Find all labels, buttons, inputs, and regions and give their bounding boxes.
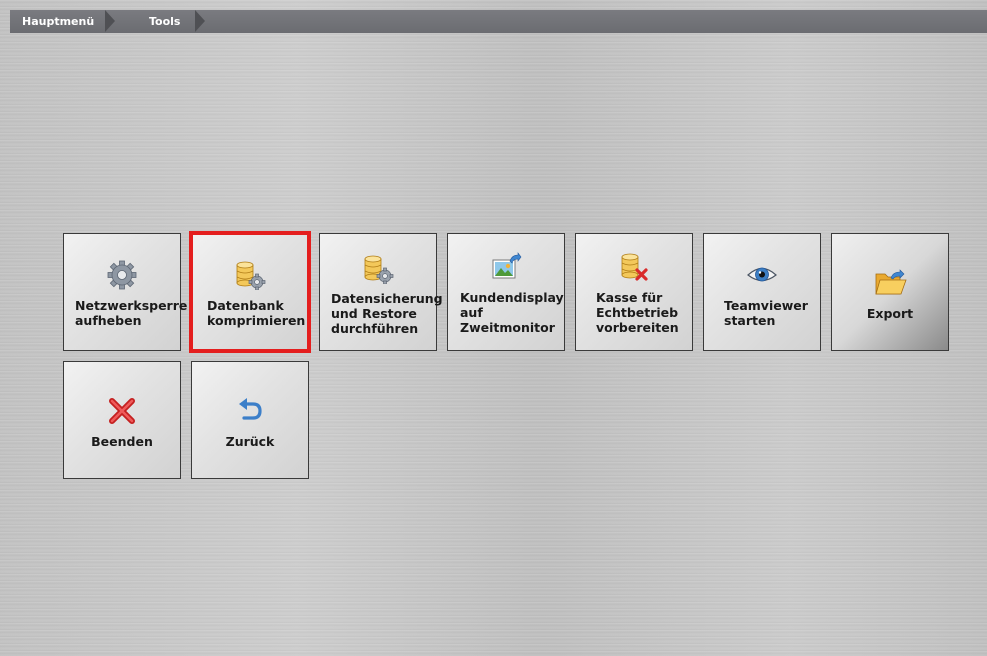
tile-label: Netzwerksperre aufheben: [75, 298, 188, 328]
back-arrow-icon: [192, 396, 308, 426]
zurueck-button[interactable]: Zurück: [191, 361, 309, 479]
folder-arrow-icon: [832, 268, 948, 298]
kasse-echtbetrieb-button[interactable]: Kasse für Echtbetrieb vorbereiten: [575, 233, 693, 351]
datenbank-komprimieren-button[interactable]: Datenbank komprimieren: [189, 231, 311, 353]
database-gear-icon: [192, 260, 308, 290]
tile-label: Teamviewer starten: [724, 298, 808, 328]
datensicherung-restore-button[interactable]: Datensicherung und Restore durchführen: [319, 233, 443, 351]
breadcrumb-separator: [195, 10, 205, 32]
tile-label: Datensicherung und Restore durchführen: [331, 291, 443, 336]
tile-label: Zurück: [225, 434, 275, 449]
tile-label: Kundendisplay auf Zweitmonitor: [460, 290, 564, 335]
tile-label: Kasse für Echtbetrieb vorbereiten: [596, 290, 679, 335]
breadcrumb-separator: [105, 10, 115, 32]
netzwerksperre-aufheben-button[interactable]: Netzwerksperre aufheben: [63, 233, 188, 351]
close-icon: [64, 396, 180, 426]
picture-arrow-icon: [448, 252, 564, 282]
teamviewer-starten-button[interactable]: Teamviewer starten: [703, 233, 821, 351]
kundendisplay-zweitmonitor-button[interactable]: Kundendisplay auf Zweitmonitor: [447, 233, 565, 351]
tile-label: Beenden: [91, 434, 153, 449]
breadcrumb: Hauptmenü Tools: [10, 10, 987, 33]
breadcrumb-item-hauptmenue[interactable]: Hauptmenü: [22, 10, 94, 33]
tile-label: Export: [866, 306, 914, 321]
export-button[interactable]: Export: [831, 233, 949, 351]
breadcrumb-item-tools[interactable]: Tools: [149, 10, 180, 33]
database-gear-icon: [320, 254, 436, 284]
beenden-button[interactable]: Beenden: [63, 361, 181, 479]
eye-icon: [704, 260, 820, 290]
database-delete-icon: [576, 252, 692, 282]
gear-icon: [64, 260, 180, 290]
tile-label: Datenbank komprimieren: [207, 298, 306, 328]
